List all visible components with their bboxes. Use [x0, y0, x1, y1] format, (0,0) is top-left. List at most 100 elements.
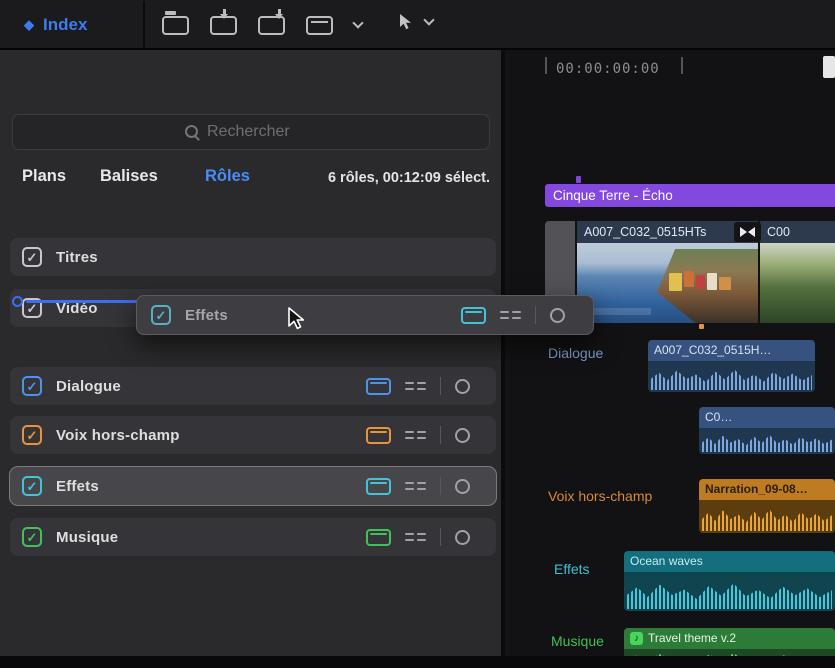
role-label: Titres: [56, 249, 470, 266]
lane-label-musique: Musique: [551, 633, 604, 649]
insert-edit-icon[interactable]: [210, 16, 237, 35]
audio-clip-name: Narration_09-08…: [699, 479, 835, 500]
search-field[interactable]: [12, 114, 490, 150]
role-checkbox[interactable]: ✓: [22, 527, 42, 547]
show-lanes-icon[interactable]: [500, 311, 521, 319]
role-label: Voix hors-champ: [56, 427, 352, 444]
ruler-tick: [545, 57, 547, 74]
lane-label-effets: Effets: [554, 561, 590, 577]
check-icon: ✓: [27, 251, 38, 264]
audio-clip-dialogue[interactable]: A007_C032_0515H…: [648, 340, 815, 392]
separator: [440, 377, 441, 395]
video-clip-name[interactable]: A007_C032_0515HTs: [577, 221, 758, 243]
waveform: [627, 578, 832, 609]
triangle-left: [748, 227, 755, 237]
triangle-right: [740, 227, 747, 237]
audio-clip-name: Travel theme v.2: [648, 628, 736, 649]
role-label: Effets: [56, 478, 352, 495]
role-checkbox[interactable]: ✓: [22, 476, 42, 496]
check-icon: ✓: [27, 302, 38, 315]
focus-circle-icon[interactable]: [455, 428, 470, 443]
edit-tools: [162, 16, 362, 35]
check-icon: ✓: [27, 531, 38, 544]
audio-clip-name: C0…: [699, 407, 835, 428]
focus-circle-icon[interactable]: [455, 530, 470, 545]
audio-clip-ocean-waves[interactable]: Ocean waves: [624, 551, 835, 611]
separator: [535, 306, 536, 324]
video-thumbnail-green[interactable]: [760, 243, 835, 323]
waveform: [702, 505, 832, 531]
focus-circle-icon[interactable]: [550, 308, 565, 323]
separator: [440, 477, 441, 495]
thumbnail-detail: [684, 271, 694, 287]
drop-indicator-circle: [12, 296, 23, 307]
thumbnail-detail: [669, 273, 682, 291]
index-panel: Plans Balises Rôles 6 rôles, 00:12:09 sé…: [0, 50, 505, 668]
toolbar-separator: [143, 1, 145, 48]
thumbnail-detail: [707, 273, 717, 290]
overwrite-edit-icon[interactable]: [306, 16, 333, 35]
title-clip[interactable]: Cinque Terre - Écho: [545, 184, 835, 207]
waveform: [702, 431, 832, 452]
show-lanes-icon[interactable]: [405, 431, 426, 439]
role-checkbox[interactable]: ✓: [151, 305, 171, 325]
show-lanes-icon[interactable]: [405, 533, 426, 541]
search-input[interactable]: [207, 123, 317, 141]
chevron-down-icon[interactable]: [352, 17, 363, 28]
check-icon: ✓: [27, 380, 38, 393]
focus-circle-icon[interactable]: [455, 379, 470, 394]
timecode: 00:00:00:00: [556, 61, 660, 77]
audio-clip-dialogue-2[interactable]: C0…: [699, 407, 835, 454]
focus-circle-icon[interactable]: [455, 479, 470, 494]
window-bottom-bar: [0, 656, 835, 668]
role-row-voix-hors-champ[interactable]: ✓ Voix hors-champ: [10, 416, 496, 454]
index-button-label: Index: [43, 15, 87, 35]
video-thumbnail-coastal[interactable]: [577, 243, 758, 323]
clip-selection-marker: [576, 176, 581, 183]
role-label: Effets: [185, 307, 447, 324]
role-checkbox[interactable]: ✓: [22, 425, 42, 445]
lane-display-icon[interactable]: [461, 307, 486, 324]
lane-label-voix-hors-champ: Voix hors-champ: [548, 488, 652, 504]
app-window: ◆ Index Plans Balises Rôles 6 rôles, 00:…: [0, 0, 835, 668]
show-lanes-icon[interactable]: [405, 382, 426, 390]
video-clip-name[interactable]: C00: [760, 221, 835, 243]
lane-display-icon[interactable]: [366, 378, 391, 395]
role-row-titres[interactable]: ✓ Titres: [10, 238, 496, 276]
music-note-icon: ♪: [630, 632, 643, 645]
show-lanes-icon[interactable]: [405, 482, 426, 490]
lane-label-dialogue: Dialogue: [548, 345, 603, 361]
toolbar: ◆ Index: [0, 0, 835, 50]
lane-display-icon[interactable]: [366, 478, 391, 495]
waveform: [651, 365, 812, 390]
clip-name-text: A007_C032_0515HTs: [584, 225, 706, 239]
check-icon: ✓: [27, 480, 38, 493]
tab-plans[interactable]: Plans: [22, 167, 66, 186]
lane-display-icon[interactable]: [366, 529, 391, 546]
connect-edit-icon[interactable]: [162, 16, 189, 35]
role-label: Musique: [56, 529, 352, 546]
index-diamond-icon: ◆: [24, 18, 34, 31]
clip-name-text: C00: [767, 225, 790, 239]
index-button[interactable]: ◆ Index: [10, 8, 101, 41]
append-edit-icon[interactable]: [258, 16, 285, 35]
scrollbar-handle[interactable]: [823, 56, 835, 78]
audio-clip-narration[interactable]: Narration_09-08…: [699, 479, 835, 533]
check-icon: ✓: [27, 429, 38, 442]
marker: [699, 324, 704, 329]
tab-balises[interactable]: Balises: [100, 167, 158, 186]
role-checkbox[interactable]: ✓: [22, 247, 42, 267]
select-tool-icon: [398, 13, 413, 31]
transition-icon[interactable]: [734, 222, 761, 242]
title-clip-name: Cinque Terre - Écho: [553, 188, 673, 203]
role-row-musique[interactable]: ✓ Musique: [10, 518, 496, 556]
tool-select-menu[interactable]: [398, 13, 433, 31]
role-row-dialogue[interactable]: ✓ Dialogue: [10, 367, 496, 405]
role-checkbox[interactable]: ✓: [22, 376, 42, 396]
tab-roles[interactable]: Rôles: [205, 167, 250, 186]
dragged-role-row-effets[interactable]: ✓ Effets: [136, 295, 594, 335]
thumbnail-detail: [696, 275, 705, 289]
role-row-effets[interactable]: ✓ Effets: [10, 467, 496, 505]
lane-display-icon[interactable]: [366, 427, 391, 444]
ruler-tick: [681, 57, 683, 74]
